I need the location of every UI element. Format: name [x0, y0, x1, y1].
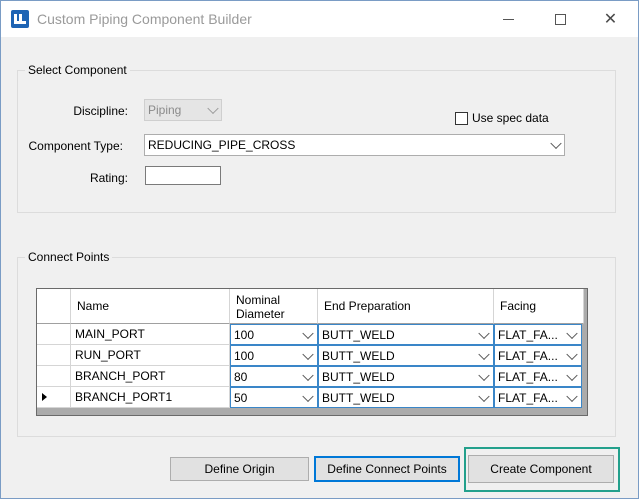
close-icon: ✕ [603, 11, 618, 28]
facing-value: FLAT_FA... [498, 327, 558, 342]
chevron-down-icon [566, 348, 578, 360]
column-header-nominal-diameter[interactable]: Nominal Diameter [230, 289, 318, 324]
facing-select[interactable]: FLAT_FA... [494, 324, 582, 345]
facing-select[interactable]: FLAT_FA... [494, 366, 582, 387]
component-type-label: Component Type: [28, 139, 123, 153]
use-spec-data-label[interactable]: Use spec data [472, 111, 549, 125]
table-cell-name[interactable]: RUN_PORT [71, 345, 230, 366]
row-header-corner [37, 289, 71, 324]
window-title: Custom Piping Component Builder [37, 11, 252, 27]
app-icon [11, 10, 29, 28]
facing-value: FLAT_FA... [498, 369, 558, 384]
chevron-down-icon [302, 327, 314, 339]
facing-value: FLAT_FA... [498, 348, 558, 363]
column-header-name[interactable]: Name [71, 289, 230, 324]
define-connect-points-button[interactable]: Define Connect Points [314, 456, 460, 482]
discipline-select[interactable]: Piping [144, 99, 222, 121]
maximize-button[interactable] [537, 2, 584, 36]
nominal-diameter-select[interactable]: 80 [230, 366, 318, 387]
maximize-icon [555, 13, 566, 25]
row-header[interactable] [37, 324, 71, 345]
select-component-group-label: Select Component [25, 63, 130, 77]
nominal-diameter-value: 80 [234, 369, 248, 384]
chevron-down-icon [478, 327, 490, 339]
component-type-value: REDUCING_PIPE_CROSS [148, 138, 296, 152]
end-preparation-value: BUTT_WELD [322, 327, 395, 342]
connect-points-group-label: Connect Points [25, 250, 113, 264]
minimize-icon [503, 18, 514, 20]
chevron-down-icon [478, 348, 490, 360]
column-header-end-preparation[interactable]: End Preparation [318, 289, 494, 324]
nominal-diameter-select[interactable]: 100 [230, 345, 318, 366]
end-preparation-value: BUTT_WELD [322, 369, 395, 384]
end-preparation-select[interactable]: BUTT_WELD [318, 387, 494, 408]
minimize-button[interactable] [485, 2, 532, 36]
facing-value: FLAT_FA... [498, 390, 558, 405]
facing-select[interactable]: FLAT_FA... [494, 345, 582, 366]
row-header[interactable] [37, 345, 71, 366]
nominal-diameter-value: 100 [234, 327, 255, 342]
chevron-down-icon [566, 327, 578, 339]
chevron-down-icon [550, 137, 562, 150]
discipline-label: Discipline: [73, 104, 128, 118]
end-preparation-value: BUTT_WELD [322, 390, 395, 405]
chevron-down-icon [566, 369, 578, 381]
title-bar[interactable]: Custom Piping Component Builder ✕ [1, 1, 638, 37]
define-origin-button[interactable]: Define Origin [170, 457, 309, 481]
use-spec-data-checkbox[interactable] [455, 112, 468, 125]
nominal-diameter-value: 100 [234, 348, 255, 363]
chevron-down-icon [566, 390, 578, 402]
nominal-diameter-value: 50 [234, 390, 248, 405]
chevron-down-icon [478, 369, 490, 381]
end-preparation-select[interactable]: BUTT_WELD [318, 366, 494, 387]
chevron-down-icon [302, 390, 314, 402]
nominal-diameter-select[interactable]: 100 [230, 324, 318, 345]
table-cell-name[interactable]: MAIN_PORT [71, 324, 230, 345]
end-preparation-select[interactable]: BUTT_WELD [318, 345, 494, 366]
discipline-value: Piping [148, 103, 182, 117]
facing-select[interactable]: FLAT_FA... [494, 387, 582, 408]
chevron-down-icon [302, 369, 314, 381]
chevron-down-icon [478, 390, 490, 402]
row-header-current[interactable] [37, 387, 71, 408]
rating-label: Rating: [89, 171, 128, 185]
chevron-down-icon [207, 102, 219, 115]
nominal-diameter-select[interactable]: 50 [230, 387, 318, 408]
column-header-facing[interactable]: Facing [494, 289, 584, 324]
table-cell-name[interactable]: BRANCH_PORT1 [71, 387, 230, 408]
component-type-select[interactable]: REDUCING_PIPE_CROSS [144, 134, 565, 156]
create-component-highlight [464, 447, 620, 492]
end-preparation-select[interactable]: BUTT_WELD [318, 324, 494, 345]
current-row-arrow-icon [42, 393, 47, 401]
row-header[interactable] [37, 366, 71, 387]
rating-input[interactable] [145, 166, 221, 185]
close-button[interactable]: ✕ [587, 2, 634, 36]
table-cell-name[interactable]: BRANCH_PORT [71, 366, 230, 387]
connect-points-grid[interactable]: Name Nominal Diameter End Preparation Fa… [36, 288, 588, 416]
end-preparation-value: BUTT_WELD [322, 348, 395, 363]
chevron-down-icon [302, 348, 314, 360]
